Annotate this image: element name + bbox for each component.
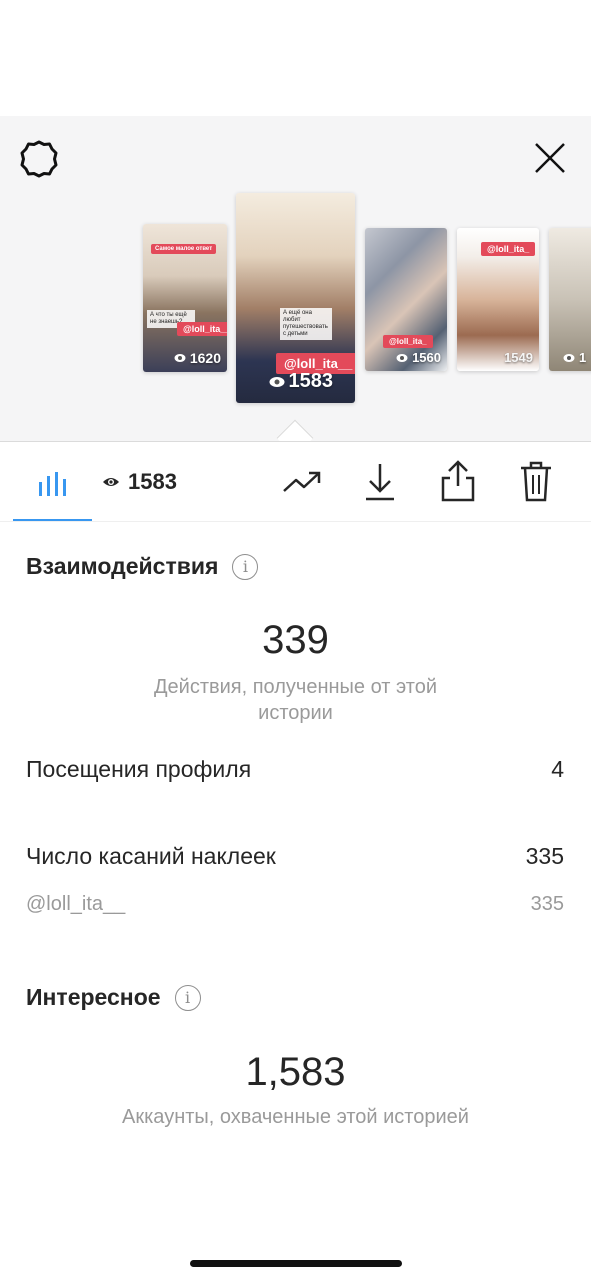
story-toolbar: 1583 xyxy=(0,442,591,522)
info-icon[interactable]: i xyxy=(174,984,201,1011)
divider xyxy=(0,521,591,522)
story-thumbnail-selected[interactable]: А ещё она любит путешествовать с детьми … xyxy=(236,193,355,403)
thumbnail-views: 1583 xyxy=(269,370,333,393)
interactions-total: 339 xyxy=(262,618,329,662)
metric-sub-row: @loll_ita__ 335 xyxy=(26,893,564,916)
eye-icon xyxy=(269,376,284,387)
thumbnail-tag: @loll_ita__ xyxy=(177,322,227,336)
story-thumbnail[interactable]: @loll_ita_ 1549 xyxy=(457,228,539,371)
sticker-name: @loll_ita__ xyxy=(26,893,126,915)
reach-total-caption: Аккаунты, охваченные этой историей xyxy=(122,1106,469,1128)
metric-label: Посещения профиля xyxy=(26,756,252,782)
info-icon[interactable]: i xyxy=(232,553,259,580)
close-icon xyxy=(535,143,565,173)
viewers-button[interactable]: 1583 xyxy=(102,464,177,500)
trash-icon xyxy=(521,461,551,502)
thumbnail-views: 1549 xyxy=(504,350,533,365)
eye-icon xyxy=(563,353,575,362)
share-button[interactable] xyxy=(438,458,478,504)
eye-icon xyxy=(396,353,408,362)
thumbnail-views: 1560 xyxy=(396,350,441,365)
metric-value: 4 xyxy=(551,756,564,782)
thumbnail-views: 1620 xyxy=(174,350,221,366)
eye-icon xyxy=(103,478,119,486)
delete-button[interactable] xyxy=(516,458,556,504)
reach-total: 1,583 xyxy=(245,1050,346,1094)
story-thumbnail[interactable]: Самое малое ответ А что ты ещё не знаешь… xyxy=(143,224,227,372)
home-indicator[interactable] xyxy=(190,1260,402,1267)
eye-icon xyxy=(174,354,186,362)
metric-row: Посещения профиля 4 xyxy=(26,756,564,783)
view-count: 1583 xyxy=(128,469,177,494)
story-thumbnail[interactable]: 1 xyxy=(549,228,591,371)
section-title: Взаимодействия xyxy=(26,553,219,579)
discovery-section-header: Интересное i xyxy=(26,984,201,1011)
download-button[interactable] xyxy=(360,460,400,504)
download-icon xyxy=(366,464,394,501)
section-title: Интересное xyxy=(26,984,161,1010)
thumbnail-views: 1 xyxy=(563,350,586,365)
metric-value: 335 xyxy=(525,843,564,869)
bar-chart-icon xyxy=(39,472,66,496)
thumbnail-caption: А ещё она любит путешествовать с детьми xyxy=(280,308,332,340)
trending-up-icon xyxy=(283,471,321,492)
close-button[interactable] xyxy=(524,132,576,184)
settings-button[interactable] xyxy=(14,134,64,184)
top-blank-area xyxy=(0,0,591,116)
settings-icon xyxy=(20,140,58,178)
thumbnail-tag: @loll_ita_ xyxy=(481,242,536,256)
interactions-total-caption: Действия, полученные от этой истории xyxy=(153,676,437,724)
metric-label: Число касаний наклеек xyxy=(26,843,276,869)
story-tray: Самое малое ответ А что ты ещё не знаешь… xyxy=(0,116,591,442)
tab-insights[interactable] xyxy=(14,460,92,504)
metric-row: Число касаний наклеек 335 xyxy=(26,843,564,870)
share-icon xyxy=(441,460,475,502)
sticker-value: 335 xyxy=(530,893,564,915)
promote-button[interactable] xyxy=(282,462,322,502)
thumbnail-tag: @loll_ita_ xyxy=(383,335,433,348)
interactions-section-header: Взаимодействия i xyxy=(26,553,259,580)
story-thumbnail[interactable]: @loll_ita_ 1560 xyxy=(365,228,447,371)
